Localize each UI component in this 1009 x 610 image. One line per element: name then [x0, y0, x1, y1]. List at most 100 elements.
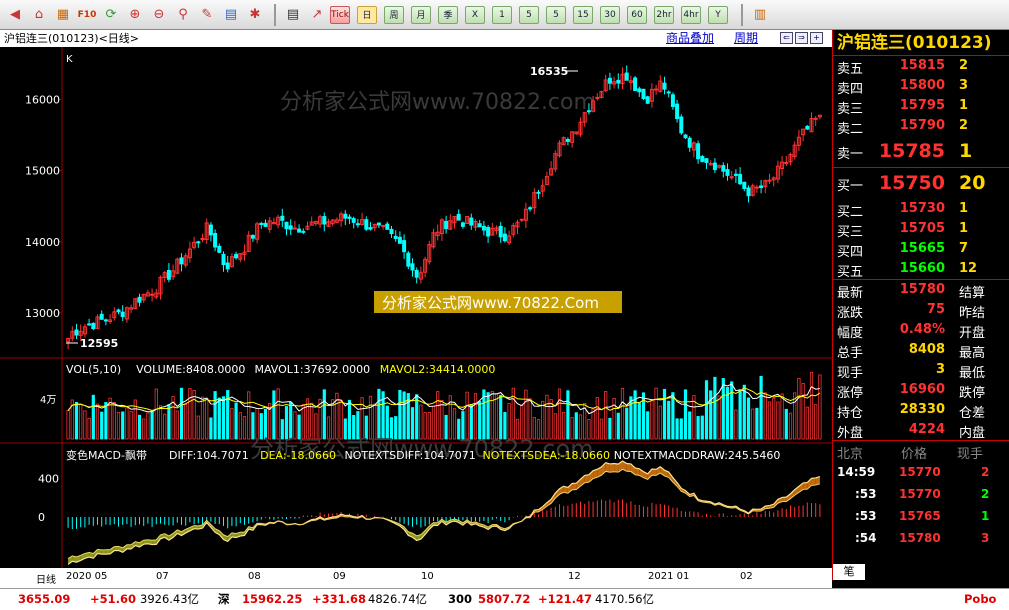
candle-body — [364, 219, 369, 230]
zoom-in-button[interactable]: + — [810, 32, 823, 44]
volume-bar — [683, 389, 688, 440]
candle-body — [74, 329, 79, 336]
candle-body — [150, 293, 155, 296]
chart-title: 沪铝连三(010123)<日线> — [4, 32, 140, 45]
toolbar-separator — [274, 3, 276, 26]
index3-name: 300 — [448, 592, 473, 606]
volume-axis-label: 4万 — [40, 395, 56, 406]
volume-bar — [368, 395, 373, 440]
order-volume: 12 — [959, 261, 978, 276]
zoom-in-icon[interactable]: ⊕ — [124, 4, 146, 26]
buy-row[interactable]: 买二 15730 1 — [833, 199, 1009, 220]
volume-bar — [507, 403, 511, 440]
period-quarter-button[interactable]: 季 — [438, 5, 458, 24]
candle-body — [754, 186, 759, 189]
drawing-tools-icon[interactable]: ▤ — [220, 4, 242, 26]
period-5min-button[interactable]: 5 — [519, 5, 539, 24]
candle-body — [351, 218, 356, 223]
candle-body — [397, 236, 402, 244]
buy-row[interactable]: 买一 15750 20 — [833, 168, 1009, 199]
candle-body — [368, 227, 373, 230]
volume-bar — [289, 402, 293, 440]
buy-row[interactable]: 买三 15705 1 — [833, 219, 1009, 240]
tick-price: 15770 — [899, 465, 941, 479]
stat-label-secondary: 昨结 — [959, 306, 986, 321]
order-level-label: 卖一 — [837, 147, 864, 162]
tab-ticks[interactable]: 笔 — [833, 564, 865, 580]
candle-body — [343, 213, 348, 219]
buy-row[interactable]: 买五 15660 12 — [833, 259, 1009, 280]
sell-row[interactable]: 卖五 15815 2 — [833, 56, 1009, 77]
tick-header-place: 北京 — [837, 447, 864, 462]
candle-body — [250, 234, 255, 239]
period-year-button[interactable]: Y — [708, 5, 728, 24]
order-volume: 20 — [959, 172, 986, 194]
period-x-button[interactable]: X — [465, 5, 485, 24]
macd-ribbon-segment — [626, 463, 631, 472]
macd-ribbon-segment — [614, 463, 619, 473]
order-price: 15660 — [899, 261, 945, 276]
tick-price: 15770 — [899, 487, 941, 501]
home-icon[interactable]: ⌂ — [28, 4, 50, 26]
macd-histogram — [67, 499, 821, 530]
indicator-icon[interactable]: ✱ — [244, 4, 266, 26]
volume-bar — [599, 418, 604, 440]
zoom-out-icon[interactable]: ⊖ — [148, 4, 170, 26]
period-5min-alt-button[interactable]: 5 — [546, 5, 566, 24]
index1-value: 3655.09 — [18, 592, 71, 606]
candle-body — [679, 116, 684, 134]
order-volume: 3 — [959, 78, 969, 93]
volume-bar — [402, 391, 406, 440]
candle-body — [528, 207, 533, 210]
stat-row: 总手 8408 最高 — [833, 340, 1009, 361]
kline-chart[interactable]: 分析家公式网www.70822.com K 13000 14000 15000 160… — [0, 47, 832, 568]
sell-row[interactable]: 卖三 15795 1 — [833, 96, 1009, 117]
period-4hr-button[interactable]: 4hr — [681, 5, 701, 24]
back-icon[interactable]: ◀ — [4, 4, 26, 26]
tick-list[interactable]: 14:59 15770 2 :53 15770 2 :53 15765 1 :5… — [833, 461, 1009, 549]
high-price-label: 16535 — [530, 65, 568, 78]
period-30min-button[interactable]: 30 — [600, 5, 620, 24]
scroll-right-button[interactable]: ⇒ — [795, 32, 808, 44]
scroll-left-button[interactable]: ⇐ — [780, 32, 793, 44]
news-icon[interactable]: ▦ — [52, 4, 74, 26]
sell-row[interactable]: 卖二 15790 2 — [833, 116, 1009, 137]
draw-pen-icon[interactable]: ✎ — [196, 4, 218, 26]
buy-orders: 买一 15750 20 买二 15730 1 买三 15705 1 买四 156… — [833, 168, 1009, 280]
period-month-button[interactable]: 月 — [411, 5, 431, 24]
tick-row: 14:59 15770 2 — [833, 461, 1009, 483]
candle-body — [784, 161, 789, 164]
kline-icon[interactable]: ↗ — [306, 4, 328, 26]
order-price: 15665 — [899, 241, 945, 256]
period-day-button[interactable]: 日 — [357, 5, 377, 24]
tick-button[interactable]: Tick — [330, 5, 350, 24]
sell-row[interactable]: 卖一 15785 1 — [833, 136, 1009, 167]
calculator-icon[interactable]: ▥ — [749, 4, 771, 26]
volume-bar — [751, 408, 755, 440]
order-level-label: 卖五 — [837, 62, 864, 77]
macd-readout: NOTEXTMACDDRAW:245.5460 — [614, 449, 781, 462]
period-link[interactable]: 周期 — [734, 30, 758, 47]
buy-row[interactable]: 买四 15665 7 — [833, 239, 1009, 260]
period-60min-button[interactable]: 60 — [627, 5, 647, 24]
refresh-icon[interactable]: ⟳ — [100, 4, 122, 26]
period-1min-button[interactable]: 1 — [492, 5, 512, 24]
date-label: 08 — [248, 571, 261, 582]
volume-bar — [763, 392, 767, 440]
period-2hr-button[interactable]: 2hr — [654, 5, 674, 24]
volume-bar — [104, 402, 108, 440]
period-15min-button[interactable]: 15 — [573, 5, 593, 24]
table-icon[interactable]: ▤ — [282, 4, 304, 26]
order-level-label: 买四 — [837, 245, 864, 260]
search-icon[interactable]: ⚲ — [172, 4, 194, 26]
overlay-commodity-link[interactable]: 商品叠加 — [666, 30, 714, 47]
stat-label: 总手 — [837, 346, 864, 361]
sell-row[interactable]: 卖四 15800 3 — [833, 76, 1009, 97]
volume-bar — [780, 393, 784, 440]
f10-icon[interactable]: F10 — [76, 4, 98, 26]
candle-body — [213, 232, 218, 248]
volume-bar — [713, 376, 717, 440]
macd-ribbon-segment — [126, 544, 132, 549]
candle-body — [166, 269, 171, 280]
period-week-button[interactable]: 周 — [384, 5, 404, 24]
